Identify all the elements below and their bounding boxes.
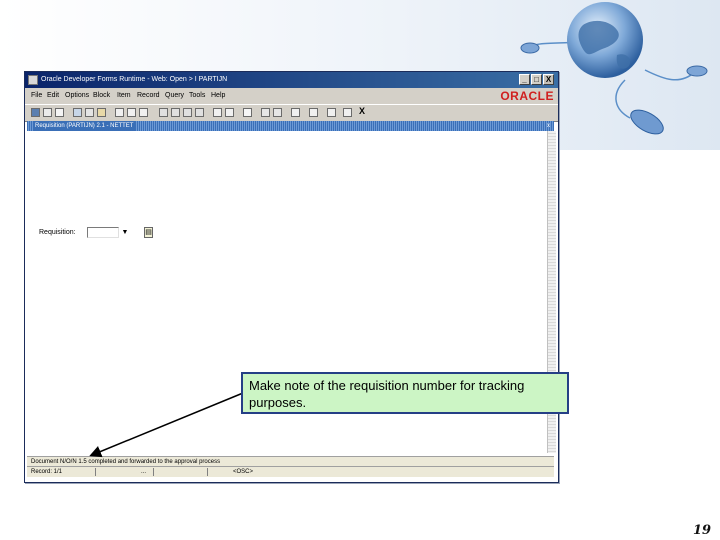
requisition-input[interactable] xyxy=(87,227,119,238)
form-titlebar: Requisition (PARTIJN) 2.1 - NETTET x xyxy=(27,121,554,131)
execute-query-icon[interactable] xyxy=(127,108,136,117)
record-extra: ... xyxy=(141,469,147,475)
folder-icon[interactable] xyxy=(327,108,336,117)
clear-icon[interactable] xyxy=(243,108,252,117)
cut-icon[interactable] xyxy=(73,108,82,117)
minimize-button[interactable]: _ xyxy=(519,74,530,85)
lov-button[interactable]: ▤ xyxy=(144,227,153,238)
menu-edit[interactable]: Edit xyxy=(47,92,59,99)
window-titlebar: Oracle Developer Forms Runtime - Web: Op… xyxy=(25,72,558,88)
page-number: 19 xyxy=(693,523,712,538)
menu-file[interactable]: File xyxy=(31,92,42,99)
help-icon[interactable] xyxy=(343,108,352,117)
menu-item[interactable]: Item xyxy=(117,92,131,99)
form-title: Requisition (PARTIJN) 2.1 - NETTET xyxy=(33,121,136,131)
status-line: Record: 1/1 ... <OSC> xyxy=(27,466,554,477)
print-icon[interactable] xyxy=(43,108,52,117)
oracle-forms-window: Oracle Developer Forms Runtime - Web: Op… xyxy=(24,71,559,483)
status-divider xyxy=(95,468,96,476)
prev-block-icon[interactable] xyxy=(159,108,168,117)
record-indicator: Record: 1/1 xyxy=(31,469,63,475)
document-icon[interactable] xyxy=(55,108,64,117)
toolbar: X xyxy=(25,104,558,122)
next-record-icon[interactable] xyxy=(183,108,192,117)
status-divider xyxy=(153,468,154,476)
lov-icon[interactable] xyxy=(273,108,282,117)
form-close-icon[interactable]: x xyxy=(547,121,550,131)
app-icon xyxy=(28,75,38,85)
menu-bar: File Edit Options Block Item Record Quer… xyxy=(25,88,558,104)
status-divider xyxy=(207,468,208,476)
copy-icon[interactable] xyxy=(85,108,94,117)
menu-help[interactable]: Help xyxy=(211,92,225,99)
maximize-button[interactable]: □ xyxy=(531,74,542,85)
mode-indicator: <OSC> xyxy=(233,469,254,475)
attachments-icon[interactable] xyxy=(309,108,318,117)
menu-tools[interactable]: Tools xyxy=(189,92,205,99)
save-icon[interactable] xyxy=(31,108,40,117)
delete-record-icon[interactable] xyxy=(225,108,234,117)
menu-query[interactable]: Query xyxy=(165,92,184,99)
instruction-callout: Make note of the requisition number for … xyxy=(241,372,569,414)
edit-field-icon[interactable] xyxy=(261,108,270,117)
cancel-query-icon[interactable] xyxy=(139,108,148,117)
menu-options[interactable]: Options xyxy=(65,92,89,99)
enter-query-icon[interactable] xyxy=(115,108,124,117)
menu-block[interactable]: Block xyxy=(93,92,110,99)
find-icon[interactable] xyxy=(291,108,300,117)
requisition-label: Requisition: xyxy=(39,229,76,236)
close-button[interactable]: X xyxy=(543,74,554,85)
toolbar-close-icon[interactable]: X xyxy=(359,106,365,116)
paste-icon[interactable] xyxy=(97,108,106,117)
insert-record-icon[interactable] xyxy=(213,108,222,117)
prev-record-icon[interactable] xyxy=(171,108,180,117)
next-block-icon[interactable] xyxy=(195,108,204,117)
oracle-logo: ORACLE xyxy=(500,89,554,103)
menu-record[interactable]: Record xyxy=(137,92,160,99)
window-title: Oracle Developer Forms Runtime - Web: Op… xyxy=(41,76,228,83)
chevron-down-icon[interactable]: ▼ xyxy=(121,227,129,238)
